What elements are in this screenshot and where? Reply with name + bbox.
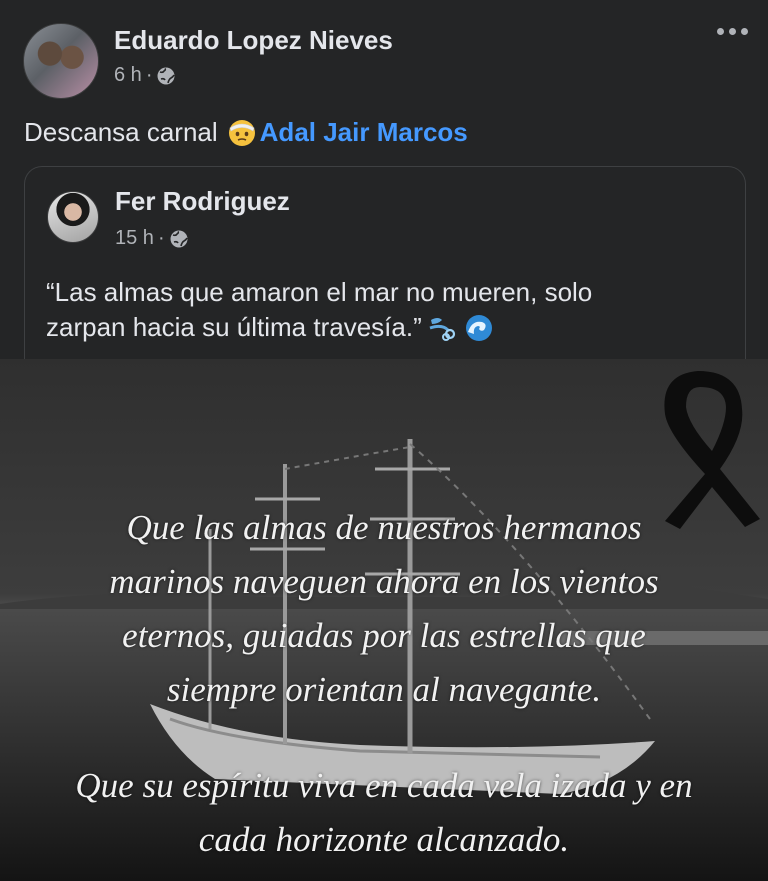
- globe-icon[interactable]: [169, 229, 189, 249]
- post-header: Eduardo Lopez Nieves 6 h ·: [0, 0, 768, 110]
- author-name[interactable]: Eduardo Lopez Nieves: [114, 25, 393, 56]
- shared-post-text: “Las almas que amaron el mar no mueren, …: [46, 275, 726, 345]
- shared-text-line: zarpan hacia su última travesía.”: [46, 310, 726, 345]
- wind-blowing-emoji: [429, 318, 455, 341]
- face-with-head-bandage-emoji: [228, 120, 255, 146]
- quote-paragraph-2: Que su espíritu viva en cada vela izada …: [75, 766, 693, 859]
- post-caption: Descansa carnal Adal Jair Marcos: [24, 116, 468, 148]
- water-wave-emoji: [465, 315, 492, 341]
- shared-author-avatar[interactable]: [47, 191, 99, 243]
- post-photo[interactable]: Que las almas de nuestros hermanos marin…: [0, 359, 768, 881]
- caption-text: Descansa carnal: [24, 116, 218, 147]
- shared-post-time[interactable]: 15 h: [115, 227, 154, 250]
- mention-link[interactable]: Adal Jair Marcos: [260, 117, 468, 148]
- author-avatar[interactable]: [23, 23, 99, 99]
- meta-separator: ·: [145, 64, 153, 86]
- shared-author-name[interactable]: Fer Rodriguez: [115, 186, 290, 217]
- quote-paragraph-1: Que las almas de nuestros hermanos marin…: [109, 508, 659, 709]
- meta-separator: ·: [157, 227, 165, 249]
- shared-text-line: “Las almas que amaron el mar no mueren, …: [46, 277, 593, 307]
- more-options-icon[interactable]: [717, 28, 748, 35]
- post-meta: 6 h ·: [114, 64, 176, 87]
- post-time[interactable]: 6 h: [114, 64, 142, 87]
- shared-post-meta: 15 h ·: [115, 227, 189, 250]
- globe-icon[interactable]: [156, 66, 176, 86]
